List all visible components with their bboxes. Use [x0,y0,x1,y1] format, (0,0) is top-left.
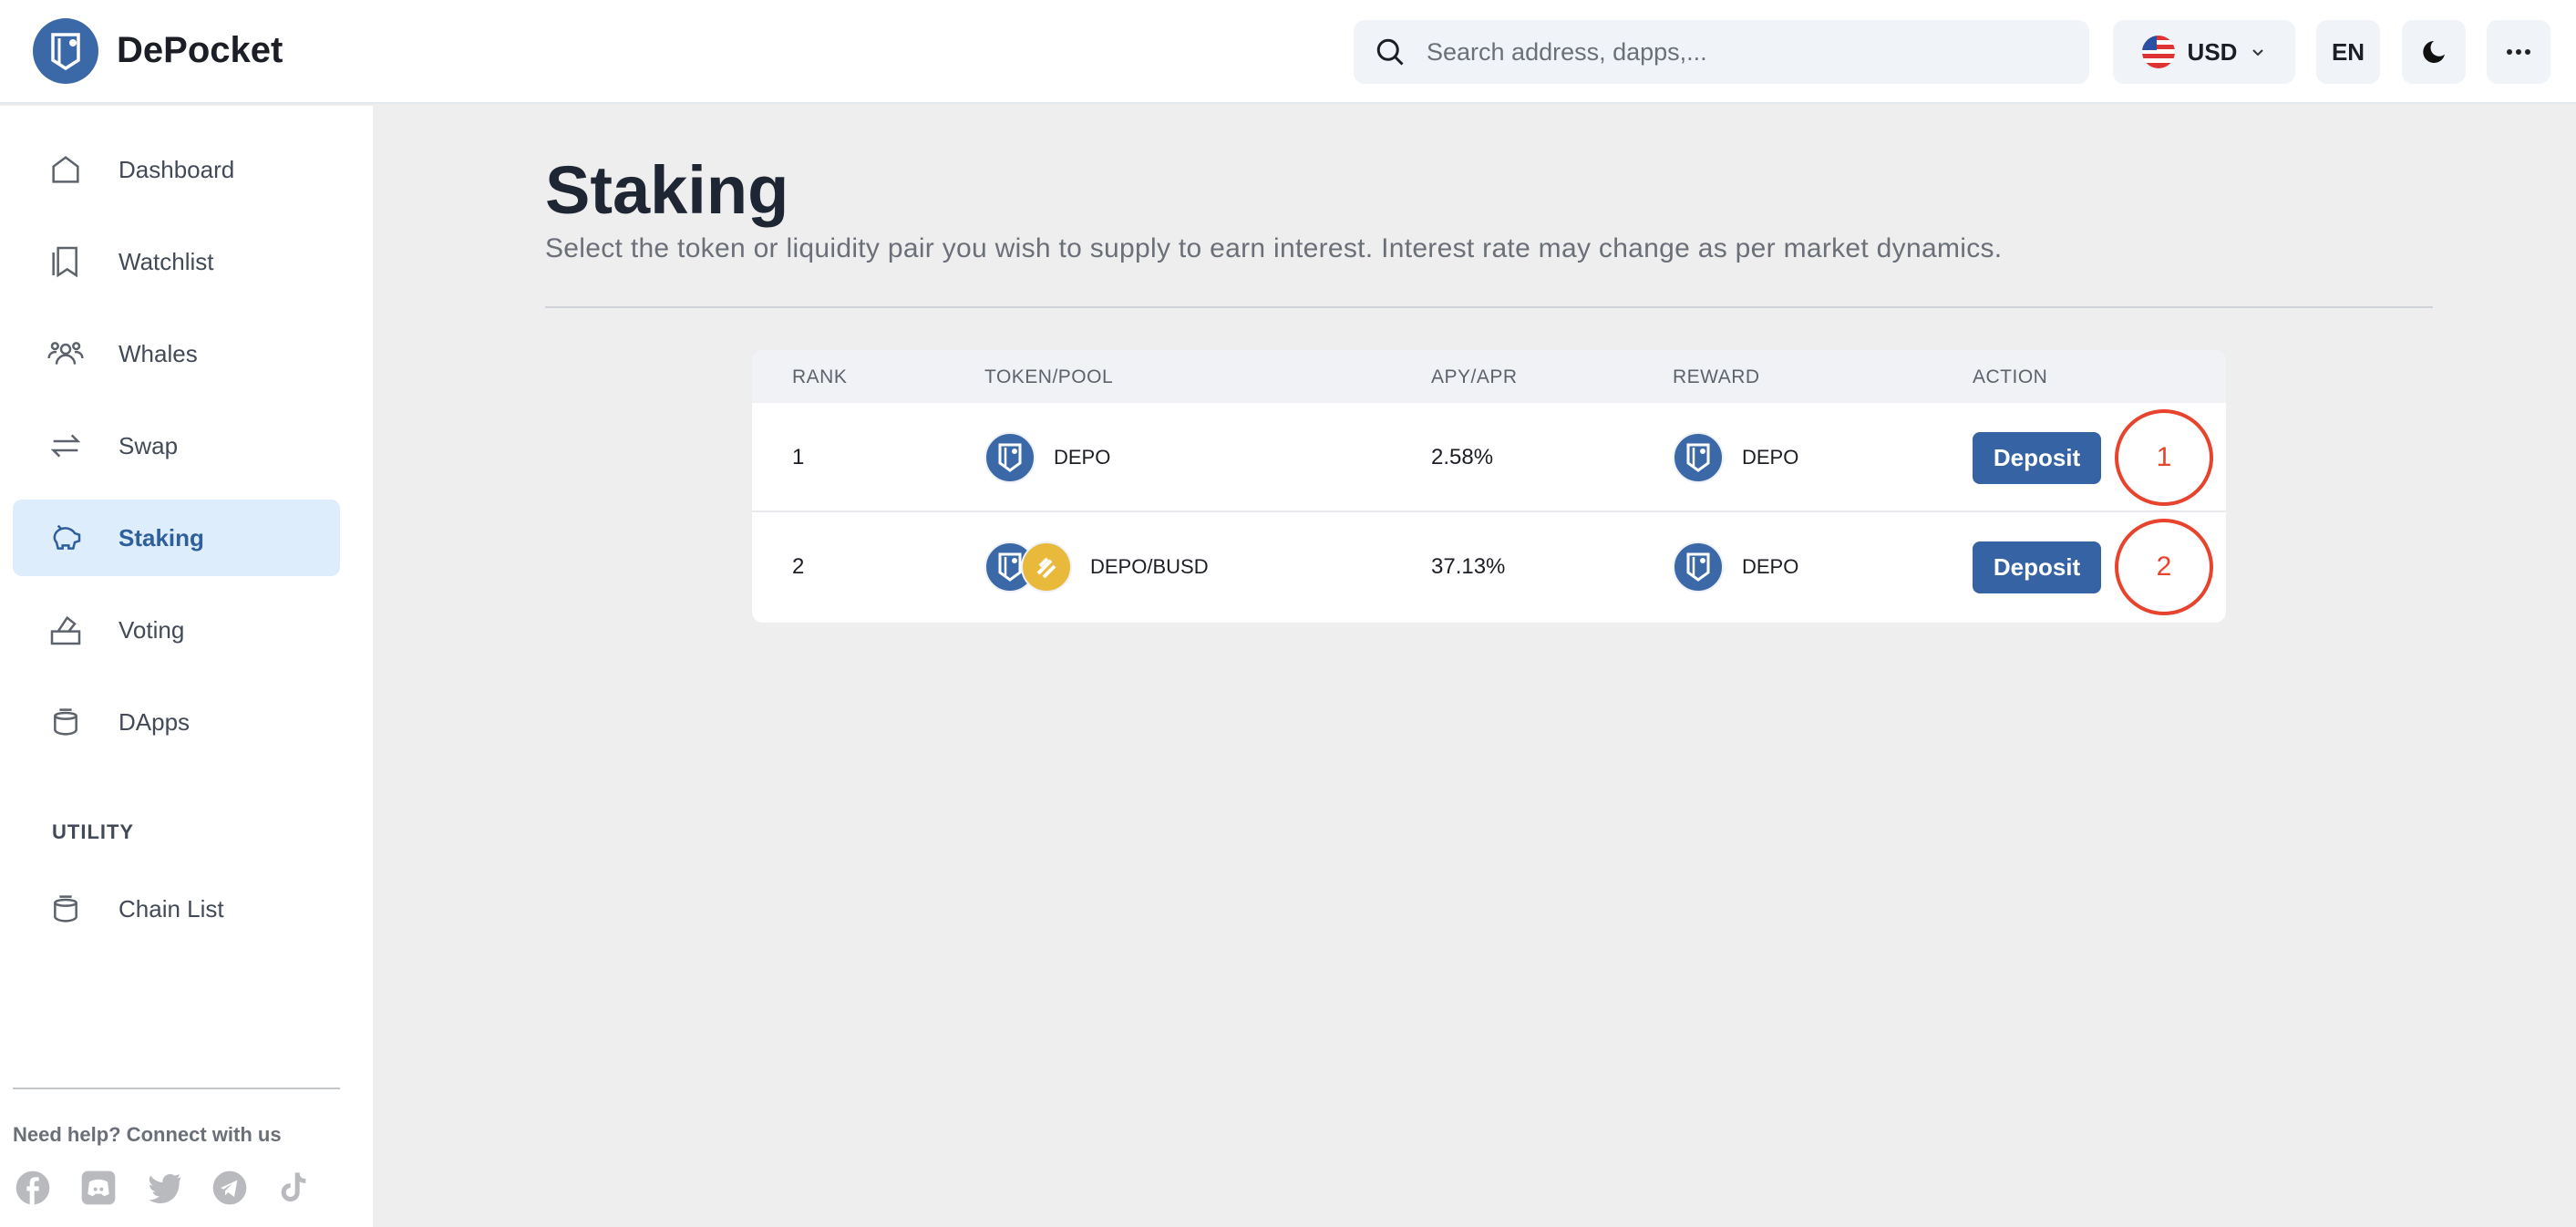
table-row: 2 DEPO/BUSD 37.13% DEPO Deposit 2 [752,512,2226,622]
sidebar-item-label: Voting [118,615,185,644]
header-reward: REWARD [1673,366,1760,387]
depo-token-icon [1673,432,1724,483]
search-bar[interactable] [1354,20,2089,84]
token-cell: DEPO/BUSD [984,512,1209,622]
token-name: DEPO/BUSD [1090,555,1209,578]
sidebar-item-watchlist[interactable]: Watchlist [13,223,340,300]
language-button[interactable]: EN [2316,20,2380,84]
table-header: RANK TOKEN/POOL APY/APR REWARD ACTION [752,350,2226,403]
header-token-pool: TOKEN/POOL [984,366,1114,387]
more-menu-button[interactable] [2487,20,2550,84]
rank: 1 [792,445,805,469]
annotation-marker: 1 [2115,409,2213,506]
busd-token-icon [1021,541,1072,593]
moon-icon [2423,41,2445,63]
reward-token: DEPO [1742,555,1799,578]
reward-token: DEPO [1742,446,1799,469]
stack-icon [54,708,77,736]
home-icon [52,156,79,183]
piggy-bank-icon [53,524,81,550]
sidebar-item-label: Whales [118,339,198,367]
sidebar-item-label: Watchlist [118,247,214,275]
stack-icon [54,895,77,923]
tiktok-icon[interactable] [275,1170,312,1206]
header-action: ACTION [1973,366,2048,387]
apy-value: 37.13% [1431,554,1506,579]
discord-icon[interactable] [80,1170,117,1206]
more-icon [2507,49,2530,55]
sidebar-item-label: Swap [118,431,179,459]
rank: 2 [792,554,805,579]
sidebar: Dashboard Watchlist Whales Swap Staking … [0,106,373,1227]
sidebar-item-voting[interactable]: Voting [13,592,340,668]
sidebar-item-whales[interactable]: Whales [13,315,340,392]
search-input[interactable] [1427,37,2065,67]
search-icon [1376,38,1404,66]
token-name: DEPO [1054,446,1111,469]
sidebar-item-swap[interactable]: Swap [13,407,340,484]
ballot-box-icon [50,615,81,645]
chevron-down-icon [2252,49,2264,57]
apy-value: 2.58% [1431,445,1494,469]
help-text: Need help? Connect with us [13,1123,282,1146]
twitter-icon[interactable] [146,1170,182,1206]
token-cell: DEPO [984,403,1110,512]
brand-name: DePocket [117,30,283,70]
utility-heading: UTILITY [52,820,135,843]
currency-label: USD [2187,37,2238,66]
deposit-button[interactable]: Deposit [1973,431,2101,484]
depo-token-icon [1673,541,1724,593]
reward-cell: DEPO [1673,403,1798,512]
dark-mode-toggle[interactable] [2402,20,2466,84]
sidebar-item-label: Staking [118,523,204,552]
sidebar-item-label: DApps [118,707,191,736]
header-rank: RANK [792,366,848,387]
reward-cell: DEPO [1673,512,1798,622]
swap-icon [50,434,81,458]
table-row: 1 DEPO 2.58% DEPO Deposit 1 [752,403,2226,512]
deposit-button[interactable]: Deposit [1973,541,2101,593]
page-title: Staking [545,152,789,228]
us-flag-icon [2141,36,2175,68]
users-icon [47,342,84,365]
annotation-marker: 2 [2115,519,2213,615]
telegram-icon[interactable] [211,1170,248,1206]
depocket-logo[interactable] [33,18,98,84]
header-apy: APY/APR [1431,366,1518,387]
currency-selector[interactable]: USD [2113,20,2295,84]
page-subtitle: Select the token or liquidity pair you w… [545,233,2003,263]
sidebar-item-label: Dashboard [118,155,235,183]
bookmark-icon [52,246,77,278]
depo-token-icon [984,432,1036,483]
top-bar: DePocket USD EN [0,0,2576,104]
sidebar-item-staking[interactable]: Staking [13,500,340,576]
staking-table: RANK TOKEN/POOL APY/APR REWARD ACTION 1 … [752,350,2226,623]
sidebar-item-chain-list[interactable]: Chain List [13,871,340,947]
title-divider [545,306,2433,308]
sidebar-divider [13,1088,340,1089]
facebook-icon[interactable] [15,1170,51,1206]
sidebar-item-dashboard[interactable]: Dashboard [13,131,340,208]
sidebar-item-dapps[interactable]: DApps [13,684,340,760]
sidebar-item-label: Chain List [118,894,224,923]
